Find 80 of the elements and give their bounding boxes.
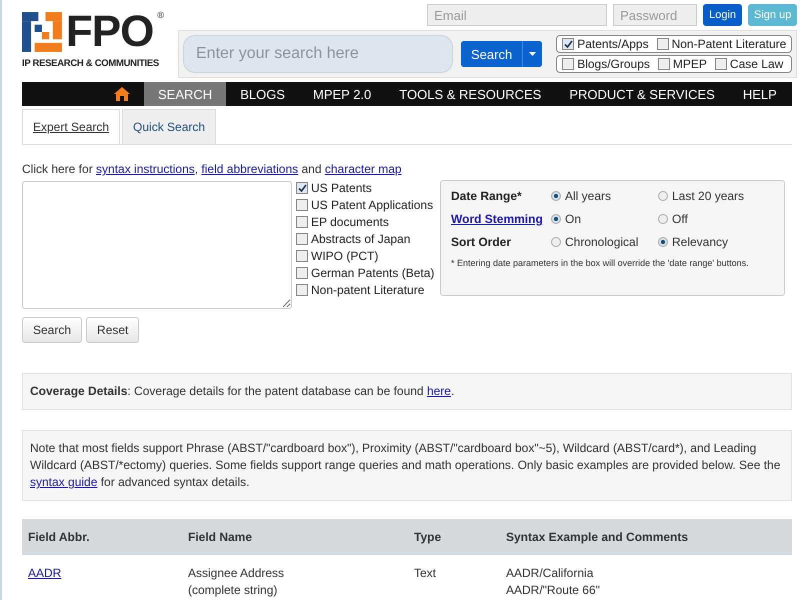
radio-button[interactable]	[551, 214, 561, 224]
home-icon	[114, 87, 130, 101]
checkbox[interactable]	[296, 216, 308, 228]
radio-button[interactable]	[658, 237, 668, 247]
checkbox-label: Case Law	[730, 57, 784, 71]
radio-label: Chronological	[565, 235, 638, 249]
checkbox-label: US Patents	[311, 181, 372, 195]
checkbox-label: MPEP	[672, 57, 707, 71]
form-button[interactable]: Search	[22, 317, 82, 343]
checkbox-label: Patents/Apps	[577, 37, 649, 51]
checkbox-label: Abstracts of Japan	[311, 232, 410, 246]
nav-item[interactable]: HELP	[728, 82, 791, 106]
tab[interactable]: Quick Search	[122, 109, 216, 144]
option-link[interactable]: Word Stemming	[451, 212, 551, 226]
column-header: Field Name	[182, 519, 408, 555]
checkbox-label: German Patents (Beta)	[311, 266, 434, 280]
checkbox-label: Non-patent Literature	[311, 283, 424, 297]
column-header: Field Abbr.	[22, 519, 182, 555]
caret-icon	[529, 52, 536, 56]
checkbox[interactable]	[296, 267, 308, 279]
checkbox-label: EP documents	[311, 215, 389, 229]
checkbox-label: Blogs/Groups	[577, 57, 650, 71]
tab[interactable]: Expert Search	[22, 109, 120, 144]
logo-text: FPO	[66, 10, 154, 54]
logo-tagline: IP RESEARCH & COMMUNITIES	[22, 58, 160, 69]
checkbox[interactable]	[656, 38, 669, 50]
syntax-example: AADR/California	[506, 565, 594, 582]
radio-label: Off	[672, 212, 688, 226]
email-field[interactable]: Email	[427, 4, 608, 26]
text-link[interactable]: syntax guide	[30, 475, 98, 489]
nav-item[interactable]: BLOGS	[226, 82, 299, 106]
checkbox[interactable]	[296, 250, 308, 262]
text-link[interactable]: here	[426, 384, 451, 398]
field-name: (complete string)	[188, 582, 278, 599]
radio-label: Relevancy	[672, 235, 728, 249]
checkbox-label: WIPO (PCT)	[311, 249, 378, 263]
nav-item[interactable]: PRODUCT & SERVICES	[555, 82, 729, 106]
text-link[interactable]: syntax instructions	[96, 162, 195, 176]
radio-button[interactable]	[658, 191, 668, 201]
note-text: Note that most fields support Phrase (ABST/"cardboard box"), Proximity (ABST/"cardboard box"~5), Wildcard (ABST/card*), and Leading Wildcard (ABST/*ectomy) queries. Some fields support range queries and math operations. Only basic examples are provided below. See the syntax guide for advanced syntax details.	[22, 430, 792, 501]
option-label: Date Range*	[451, 189, 523, 203]
column-header: Type	[408, 519, 500, 555]
text-link[interactable]: character map	[324, 162, 402, 176]
checkbox[interactable]	[562, 38, 574, 50]
radio-label: On	[565, 212, 582, 226]
registered-mark: ®	[157, 10, 164, 20]
nav-item[interactable]: MPEP 2.0	[298, 82, 386, 106]
text-link[interactable]: field abbreviations	[201, 162, 298, 176]
checkbox[interactable]	[296, 182, 308, 194]
radio-label: Last 20 years	[672, 189, 744, 203]
checkbox[interactable]	[296, 233, 308, 245]
nav-item[interactable]: SEARCH	[144, 82, 226, 106]
password-field[interactable]: Password	[613, 4, 698, 26]
checkbox[interactable]	[562, 58, 574, 70]
login-button[interactable]: Login	[703, 4, 742, 26]
radio-button[interactable]	[658, 214, 668, 224]
checkbox[interactable]	[296, 284, 308, 296]
column-header: Syntax Example and Comments	[500, 519, 792, 555]
option-label: Sort Order	[451, 235, 512, 249]
radio-label: All years	[565, 189, 612, 203]
intro-text: Click here for syntax instructions, field abbreviations and character map	[22, 161, 403, 177]
field-name: Assignee Address	[188, 565, 286, 582]
syntax-example: AADR/"Route 66"	[506, 582, 601, 599]
search-field[interactable]: Enter your search here	[183, 35, 453, 73]
checkbox-label: Non-Patent Literature	[672, 37, 786, 51]
form-button[interactable]: Reset	[86, 317, 140, 343]
coverage-text: Coverage Details: Coverage details for the patent database can be found here.	[22, 373, 792, 410]
field-link[interactable]: AADR	[28, 566, 62, 580]
checkbox[interactable]	[714, 58, 727, 70]
search-button[interactable]: Search	[461, 41, 524, 67]
checkbox-label: US Patent Applications	[311, 198, 434, 212]
radio-button[interactable]	[551, 237, 561, 247]
checkbox[interactable]	[658, 58, 670, 70]
query-field[interactable]	[22, 181, 292, 309]
options-note: * Entering date parameters in the box will override the 'date range' buttons.	[451, 258, 750, 268]
checkbox[interactable]	[296, 199, 308, 211]
nav-item[interactable]: TOOLS & RESOURCES	[385, 82, 556, 106]
logo-icon	[22, 10, 62, 54]
table-cell: Text	[408, 555, 500, 600]
radio-button[interactable]	[551, 191, 561, 201]
